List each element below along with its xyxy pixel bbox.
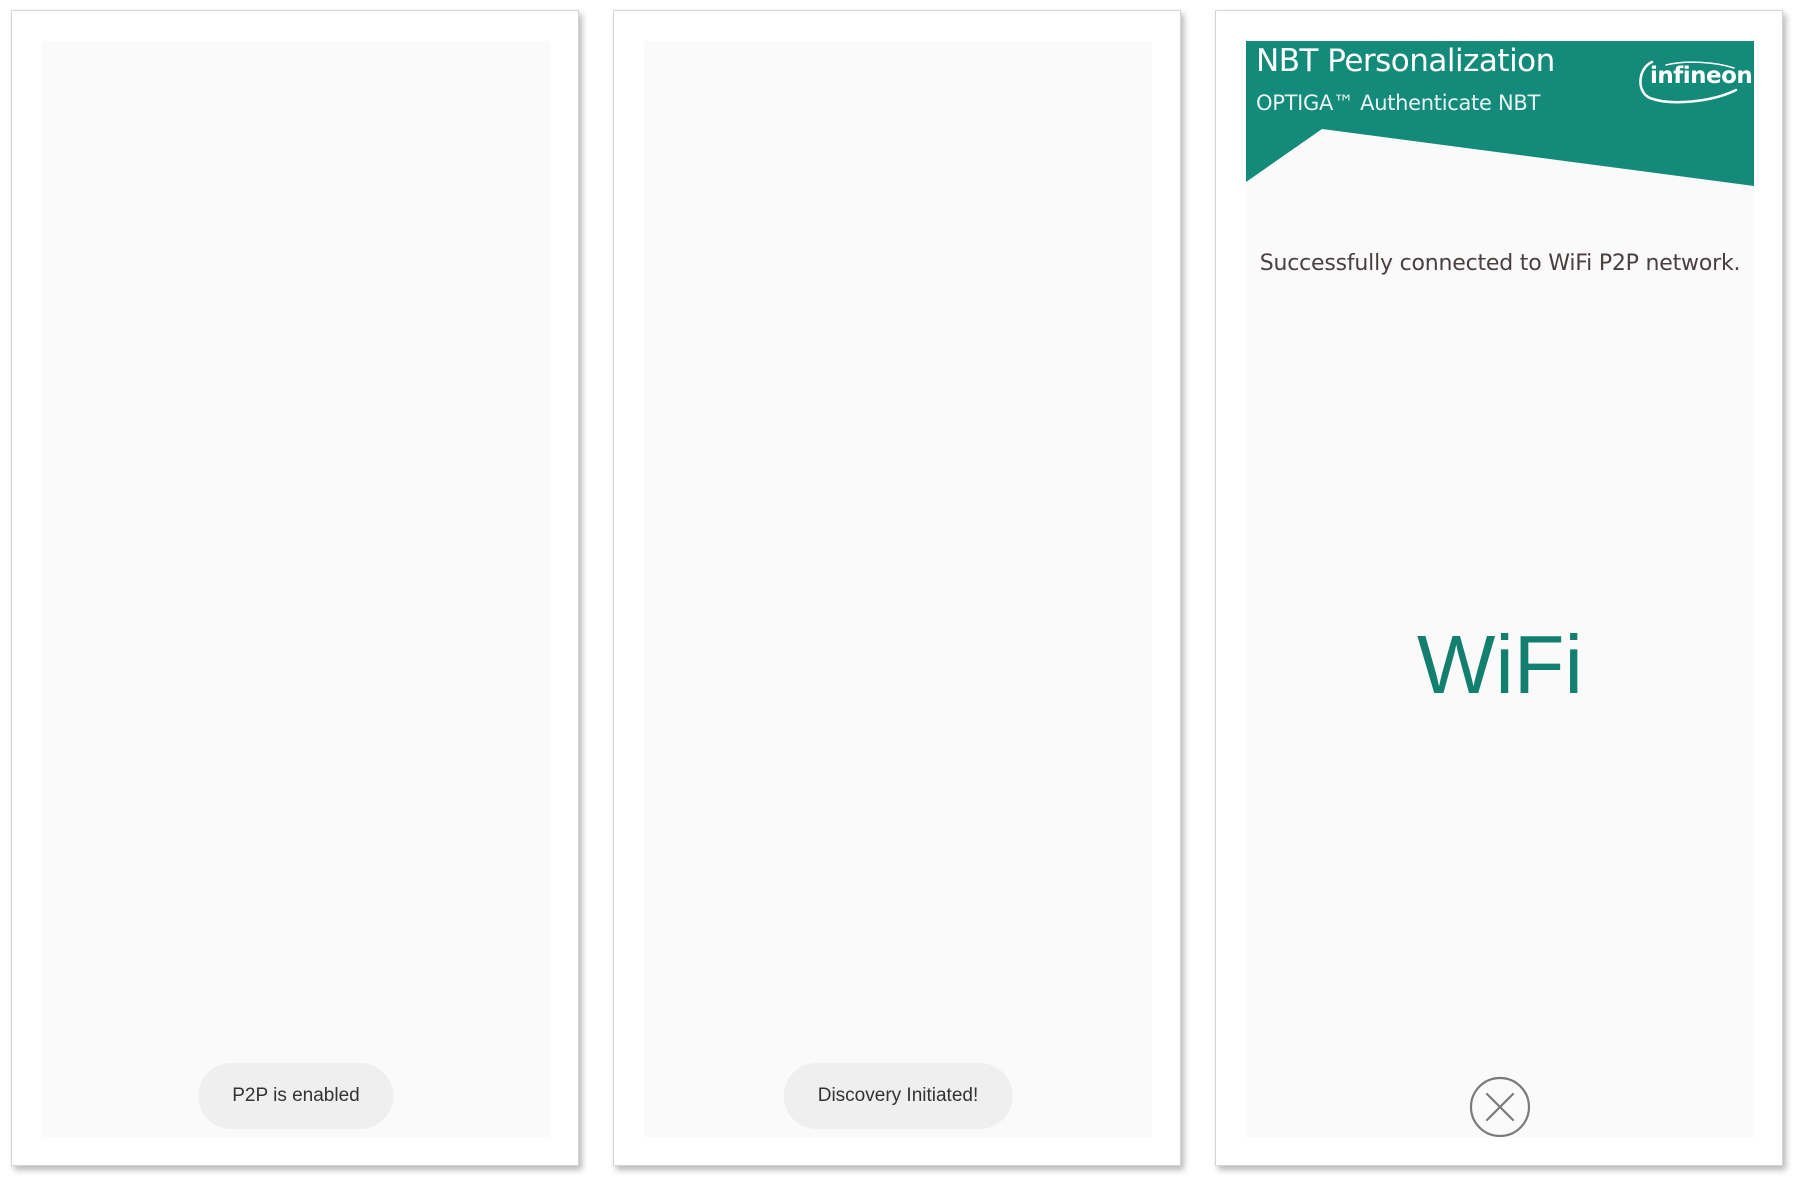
app-screen-1: P2P is enabled bbox=[42, 41, 550, 1137]
app-screen-2: Discovery Initiated! bbox=[644, 41, 1152, 1137]
connection-type-label: WiFi bbox=[1417, 618, 1583, 711]
phone-screen-frame-1: P2P is enabled bbox=[11, 10, 579, 1166]
close-circle-icon bbox=[1469, 1076, 1531, 1137]
logo-wordmark: infineon bbox=[1650, 63, 1753, 89]
infineon-logo: infineon bbox=[1636, 54, 1753, 106]
app-title: NBT Personalization bbox=[1256, 43, 1555, 79]
close-button[interactable] bbox=[1469, 1076, 1531, 1137]
phone-screen-frame-2: Discovery Initiated! bbox=[613, 10, 1181, 1166]
toast-discovery-initiated: Discovery Initiated! bbox=[783, 1063, 1013, 1129]
app-screen-3: NBT Personalization OPTIGA™ Authenticate… bbox=[1246, 41, 1754, 1137]
toast-p2p-enabled: P2P is enabled bbox=[198, 1063, 394, 1129]
screenshot-canvas: P2P is enabled Discovery Initiated! NBT … bbox=[0, 0, 1796, 1177]
app-subtitle: OPTIGA™ Authenticate NBT bbox=[1256, 91, 1541, 115]
connection-status-message: Successfully connected to WiFi P2P netwo… bbox=[1259, 251, 1741, 276]
phone-screen-frame-3: NBT Personalization OPTIGA™ Authenticate… bbox=[1215, 10, 1783, 1166]
